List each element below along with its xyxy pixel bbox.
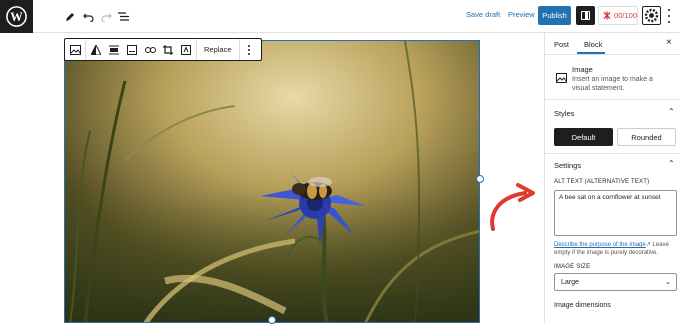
alt-text-label: ALT TEXT (ALTERNATIVE TEXT) — [554, 179, 650, 185]
chevron-up-icon[interactable]: ⌃ — [668, 159, 675, 168]
close-sidebar-button[interactable]: × — [666, 37, 672, 48]
align-button[interactable] — [108, 44, 120, 56]
tab-post[interactable]: Post — [554, 40, 569, 49]
image-size-select[interactable]: Large ⌄ — [554, 273, 677, 291]
sidebar-toggle-icon — [581, 11, 590, 20]
pencil-icon — [66, 12, 74, 21]
chevron-down-icon: ⌄ — [665, 279, 671, 286]
image-icon — [69, 44, 81, 55]
replace-group: Replace — [197, 39, 240, 60]
sidebar-tabs: Post Block × — [545, 33, 680, 55]
options-menu-button[interactable] — [667, 9, 671, 23]
block-tools-group — [86, 39, 197, 60]
describe-purpose-link[interactable]: Describe the purpose of the image — [554, 242, 646, 248]
publish-button[interactable]: Publish — [538, 6, 571, 25]
preview-button[interactable]: Preview — [508, 10, 535, 19]
tab-block[interactable]: Block — [584, 40, 602, 49]
block-description: Insert an image to make a visual stateme… — [572, 76, 653, 92]
block-type-group — [65, 39, 86, 60]
editor-top-bar: W + Save draft Preview Publish 00/100 — [0, 0, 680, 33]
image-block-toolbar: Replace — [64, 38, 262, 61]
redo-button[interactable] — [99, 7, 113, 26]
seo-score-button[interactable]: 00/100 — [598, 6, 638, 25]
alt-text-field[interactable]: A bee sat on a cornflower at sunset — [554, 190, 677, 236]
alt-text-help: Describe the purpose of the image↗ Leave… — [554, 241, 677, 257]
list-view-icon — [117, 12, 129, 21]
replace-button[interactable]: Replace — [204, 45, 232, 54]
text-over-image-icon — [181, 44, 191, 55]
seo-icon — [603, 11, 611, 20]
duotone-button[interactable] — [90, 44, 102, 56]
close-icon: × — [666, 37, 672, 48]
bee-on-cornflower-photo — [65, 41, 479, 322]
align-icon — [109, 45, 119, 54]
image-icon — [556, 73, 567, 83]
crop-button[interactable] — [162, 44, 174, 56]
image-block[interactable] — [64, 40, 480, 323]
active-tab-indicator — [577, 52, 605, 54]
style-rounded-button[interactable]: Rounded — [617, 128, 676, 146]
image-dimensions-label: Image dimensions — [554, 302, 611, 309]
block-title: Image — [572, 65, 593, 74]
plugin-settings-button[interactable] — [642, 6, 661, 25]
style-default-button[interactable]: Default — [554, 128, 613, 146]
list-view-button[interactable] — [116, 7, 130, 26]
settings-sidebar-toggle[interactable] — [576, 6, 595, 25]
undo-button[interactable] — [81, 7, 95, 26]
image-size-value: Large — [561, 278, 579, 286]
seo-score-label: 00/100 — [614, 11, 637, 20]
full-width-icon — [127, 44, 137, 55]
link-icon — [144, 46, 156, 53]
block-options-button[interactable] — [247, 44, 250, 55]
image-size-label: IMAGE SIZE — [554, 264, 591, 270]
red-arrow-annotation — [490, 183, 535, 231]
block-type-button[interactable] — [69, 44, 81, 56]
chevron-up-icon[interactable]: ⌃ — [668, 107, 675, 116]
svg-text:W: W — [10, 10, 23, 24]
save-draft-button[interactable]: Save draft — [466, 10, 500, 19]
kebab-icon — [247, 44, 250, 47]
resize-handle-right[interactable] — [476, 175, 484, 183]
gear-icon — [644, 8, 659, 23]
settings-sidebar: Post Block × Image Insert an image to ma… — [544, 33, 680, 323]
redo-icon — [100, 13, 112, 22]
duotone-icon — [91, 44, 101, 55]
undo-icon — [82, 13, 94, 22]
wordpress-icon: W — [6, 6, 27, 27]
crop-icon — [163, 44, 173, 55]
wordpress-logo-button[interactable]: W — [0, 0, 33, 33]
styles-heading[interactable]: Styles — [554, 109, 574, 118]
more-options-group — [240, 39, 258, 60]
divider — [545, 99, 680, 100]
divider — [545, 153, 680, 154]
link-button[interactable] — [144, 44, 156, 56]
settings-heading[interactable]: Settings — [554, 161, 581, 170]
full-width-button[interactable] — [126, 44, 138, 56]
kebab-icon — [247, 48, 250, 51]
kebab-icon — [247, 52, 250, 55]
tools-button[interactable] — [63, 7, 77, 26]
text-over-image-button[interactable] — [180, 44, 192, 56]
